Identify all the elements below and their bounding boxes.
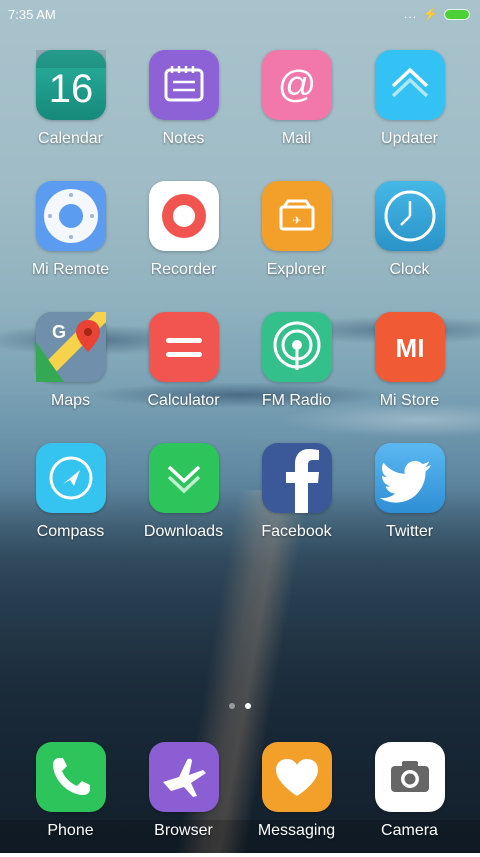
page-indicator — [0, 700, 480, 712]
calculator-icon — [148, 312, 219, 382]
app-label: Twitter — [385, 523, 434, 540]
app-explorer[interactable]: ✈ Explorer — [240, 181, 353, 296]
app-label: Downloads — [143, 523, 224, 540]
dock-app-messaging[interactable]: Messaging — [240, 742, 353, 857]
app-maps[interactable]: G Maps — [14, 312, 127, 427]
app-facebook[interactable]: Facebook — [240, 443, 353, 558]
svg-text:@: @ — [277, 64, 316, 106]
facebook-icon — [261, 443, 332, 513]
explorer-icon: ✈ — [261, 181, 332, 251]
page-dot[interactable] — [229, 703, 235, 709]
mail-icon: @ — [261, 50, 332, 120]
app-label: Compass — [36, 523, 105, 540]
status-icons: ... ⚡ — [404, 7, 470, 21]
calendar-date: 16 — [48, 67, 93, 111]
browser-icon — [148, 742, 219, 812]
app-label: Mi Remote — [31, 261, 110, 278]
app-downloads[interactable]: Downloads — [127, 443, 240, 558]
camera-icon — [374, 742, 445, 812]
app-mail[interactable]: @ Mail — [240, 50, 353, 165]
downloads-icon — [148, 443, 219, 513]
app-notes[interactable]: Notes — [127, 50, 240, 165]
status-time: 7:35 AM — [8, 6, 56, 22]
svg-text:✈: ✈ — [292, 214, 301, 227]
updater-icon — [374, 50, 445, 120]
page-dot-active[interactable] — [245, 703, 251, 709]
app-label: Calendar — [38, 130, 103, 147]
app-fm-radio[interactable]: FM Radio — [240, 312, 353, 427]
app-label: Messaging — [257, 822, 336, 839]
phone-icon — [35, 742, 106, 812]
clock-icon — [374, 181, 445, 251]
dock: Phone Browser Messaging Camera — [0, 742, 480, 853]
app-compass[interactable]: Compass — [14, 443, 127, 558]
fm-radio-icon — [261, 312, 332, 382]
app-label: Mi Store — [379, 392, 440, 409]
compass-icon — [35, 443, 106, 513]
app-clock[interactable]: Clock — [353, 181, 466, 296]
app-label: Notes — [162, 130, 205, 147]
app-label: Camera — [381, 822, 438, 839]
maps-icon: G — [35, 312, 106, 382]
app-label: Phone — [47, 822, 94, 839]
app-mi-remote[interactable]: Mi Remote — [14, 181, 127, 296]
app-updater[interactable]: Updater — [353, 50, 466, 165]
app-label: Mail — [281, 130, 312, 147]
svg-text:G: G — [52, 322, 66, 342]
app-recorder[interactable]: Recorder — [127, 181, 240, 296]
messaging-icon — [261, 742, 332, 812]
dock-app-browser[interactable]: Browser — [127, 742, 240, 857]
charging-icon: ⚡ — [423, 7, 438, 21]
dock-app-camera[interactable]: Camera — [353, 742, 466, 857]
mi-logo: MI — [395, 333, 424, 363]
battery-icon — [444, 8, 470, 20]
mi-remote-icon — [35, 181, 106, 251]
app-calculator[interactable]: Calculator — [127, 312, 240, 427]
app-calendar[interactable]: 16 Calendar — [14, 50, 127, 165]
app-label: Maps — [50, 392, 91, 409]
mi-store-icon: MI — [374, 312, 445, 382]
dock-app-phone[interactable]: Phone — [14, 742, 127, 857]
app-label: Facebook — [261, 523, 332, 540]
app-label: Browser — [154, 822, 213, 839]
twitter-icon — [374, 443, 445, 513]
app-label: FM Radio — [261, 392, 332, 409]
calendar-icon: 16 — [35, 50, 106, 120]
notification-dots-icon: ... — [404, 7, 418, 21]
status-bar: 7:35 AM ... ⚡ — [0, 0, 480, 28]
app-label: Explorer — [266, 261, 327, 278]
app-label: Recorder — [150, 261, 217, 278]
notes-icon — [148, 50, 219, 120]
app-label: Calculator — [147, 392, 220, 409]
recorder-icon — [148, 181, 219, 251]
app-twitter[interactable]: Twitter — [353, 443, 466, 558]
app-label: Clock — [389, 261, 430, 278]
app-label: Updater — [381, 130, 438, 147]
app-mi-store[interactable]: MI Mi Store — [353, 312, 466, 427]
